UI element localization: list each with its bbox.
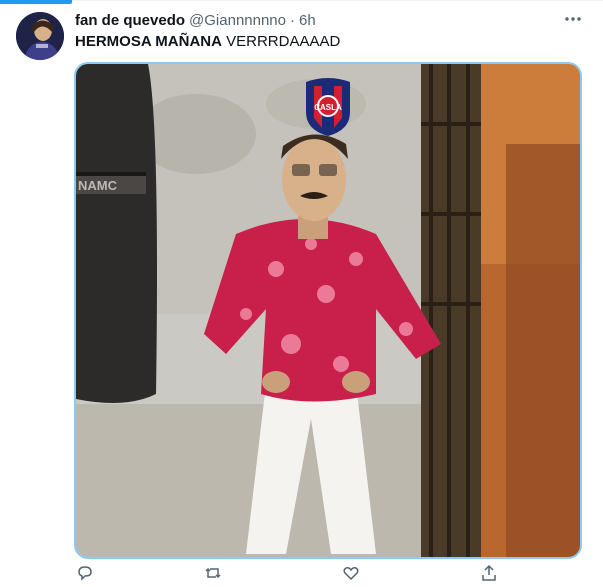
share-icon bbox=[482, 564, 496, 581]
tweet-text: HERMOSA MAÑANA VERRRDAAAAD bbox=[75, 32, 340, 52]
active-indicator bbox=[0, 0, 72, 4]
bag-brand-text: NAMC bbox=[78, 178, 118, 193]
tweet-media[interactable]: CASLA NAMC bbox=[74, 62, 582, 559]
header-separator: · bbox=[290, 11, 295, 29]
share-button[interactable] bbox=[480, 564, 498, 582]
more-button[interactable] bbox=[562, 9, 584, 29]
like-icon bbox=[343, 567, 359, 581]
media-image: CASLA NAMC bbox=[76, 64, 580, 557]
avatar[interactable] bbox=[16, 12, 64, 60]
author-handle[interactable]: @Giannnnnno bbox=[189, 12, 286, 29]
retweet-icon bbox=[205, 567, 221, 579]
crest-text: CASLA bbox=[314, 103, 342, 112]
timestamp[interactable]: 6h bbox=[299, 12, 316, 29]
more-horizontal-icon bbox=[565, 17, 581, 21]
reply-icon bbox=[78, 566, 92, 581]
retweet-button[interactable] bbox=[204, 564, 222, 582]
like-button[interactable] bbox=[342, 564, 360, 582]
tweet-header: fan de quevedo @Giannnnnno · 6h bbox=[75, 10, 316, 30]
top-divider bbox=[0, 0, 603, 1]
reply-button[interactable] bbox=[76, 564, 94, 582]
author-name[interactable]: fan de quevedo bbox=[75, 12, 185, 29]
tweet-action-bar bbox=[60, 564, 560, 584]
tweet-text-bold: HERMOSA MAÑANA bbox=[75, 33, 222, 50]
tweet-text-rest: VERRRDAAAAD bbox=[221, 33, 341, 50]
user-avatar-icon bbox=[16, 12, 64, 60]
